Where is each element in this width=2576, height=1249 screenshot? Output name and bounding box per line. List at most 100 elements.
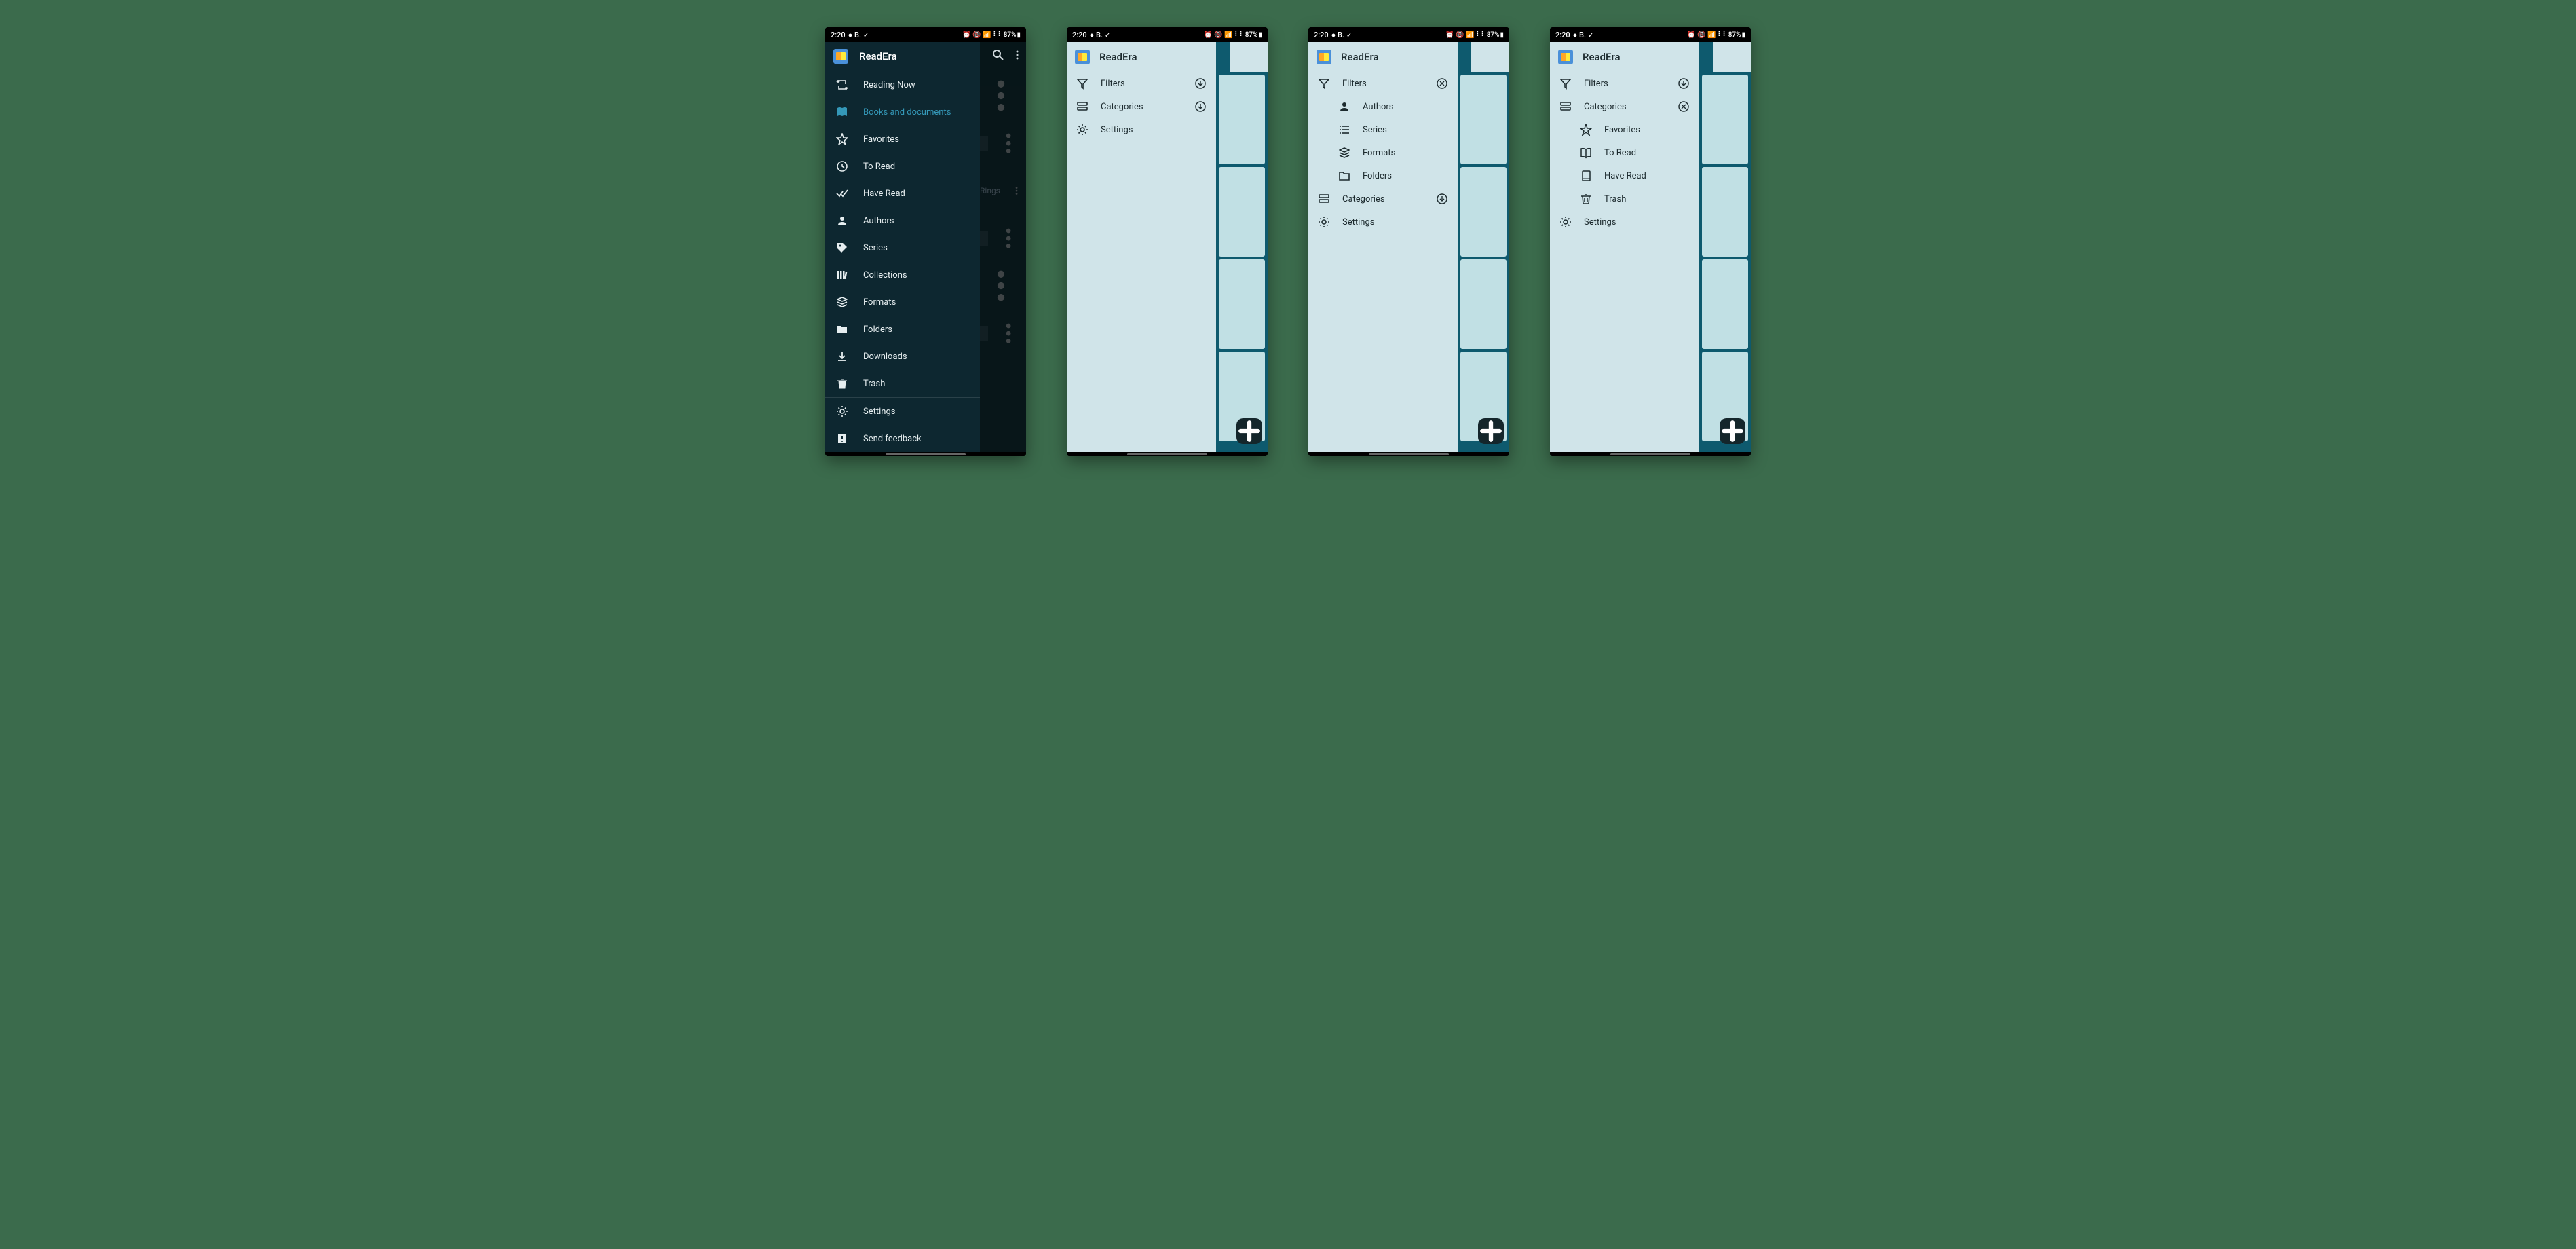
book-card[interactable]	[1460, 75, 1507, 164]
categories-icon	[1076, 100, 1088, 113]
nav-item-send-feedback[interactable]: Send feedback	[825, 425, 980, 452]
status-bar: 2:20● B. ✓ ⏰ 📵 📶 ⠇⠇87%▮	[1067, 27, 1268, 42]
star-outline-icon	[1580, 124, 1592, 136]
book-card[interactable]	[1219, 259, 1265, 349]
drawer-item-label: Settings	[1584, 217, 1616, 227]
book-card[interactable]	[1460, 259, 1507, 349]
categories-icon	[1559, 100, 1572, 113]
drawer-item-series[interactable]: Series	[1308, 118, 1458, 141]
nav-item-trash[interactable]: Trash	[825, 370, 980, 397]
app-icon	[1558, 50, 1573, 64]
drawer-item-label: Series	[1363, 125, 1387, 135]
expand-down-icon[interactable]	[1194, 77, 1207, 90]
drawer-item-categories[interactable]: Categories	[1308, 187, 1458, 210]
nav-item-formats[interactable]: Formats	[825, 288, 980, 316]
book-card[interactable]	[1702, 259, 1748, 349]
nav-item-folders[interactable]: Folders	[825, 316, 980, 343]
search-icon[interactable]	[992, 49, 1004, 64]
trash-outline-icon	[1580, 193, 1592, 205]
close-circle-icon[interactable]	[1678, 100, 1690, 113]
nav-item-books-and-documents[interactable]: Books and documents	[825, 98, 980, 126]
status-bar: 2:20● B. ✓ ⏰ 📵 📶 ⠇⠇87%▮	[1308, 27, 1509, 42]
nav-item-have-read[interactable]: Have Read	[825, 180, 980, 207]
book-card[interactable]	[1460, 167, 1507, 257]
drawer-item-label: Filters	[1342, 79, 1367, 89]
book-card[interactable]	[1219, 167, 1265, 257]
drawer-item-favorites[interactable]: Favorites	[1550, 118, 1699, 141]
nav-item-label: Favorites	[863, 134, 899, 145]
nav-item-label: Send feedback	[863, 434, 922, 444]
drawer-item-label: Filters	[1101, 79, 1125, 89]
nav-bar[interactable]	[1067, 452, 1268, 456]
content-area	[1458, 72, 1509, 452]
nav-bar[interactable]	[825, 452, 1026, 456]
nav-drawer: ReadEra Reading NowBooks and documentsFa…	[825, 42, 980, 452]
drawer-item-have-read[interactable]: Have Read	[1550, 164, 1699, 187]
drawer-item-filters[interactable]: Filters	[1067, 72, 1216, 95]
check-double-icon	[836, 187, 848, 200]
expand-down-icon[interactable]	[1436, 193, 1448, 205]
book-card[interactable]	[1219, 75, 1265, 164]
content-area	[1699, 72, 1751, 452]
drawer-item-label: Authors	[1363, 102, 1394, 112]
nav-item-label: Trash	[863, 379, 885, 389]
nav-item-label: Collections	[863, 270, 907, 280]
book-card[interactable]	[1702, 167, 1748, 257]
nav-item-favorites[interactable]: Favorites	[825, 126, 980, 153]
gear-icon	[1318, 216, 1330, 228]
book-card[interactable]	[1702, 75, 1748, 164]
nav-bar[interactable]	[1308, 452, 1509, 456]
drawer-item-folders[interactable]: Folders	[1308, 164, 1458, 187]
folder-icon	[836, 323, 848, 335]
drawer-item-formats[interactable]: Formats	[1308, 141, 1458, 164]
drawer-item-to-read[interactable]: To Read	[1550, 141, 1699, 164]
drawer-item-label: Folders	[1363, 171, 1392, 181]
more-icon[interactable]	[1011, 49, 1023, 64]
nav-item-downloads[interactable]: Downloads	[825, 343, 980, 370]
drawer-item-authors[interactable]: Authors	[1308, 95, 1458, 118]
status-bar: 2:20● B. ✓ ⏰ 📵 📶 ⠇⠇87%▮	[1550, 27, 1751, 42]
drawer-item-settings[interactable]: Settings	[1550, 210, 1699, 234]
nav-bar[interactable]	[1550, 452, 1751, 456]
nav-drawer: ReadEra Filters Authors Series Formats F…	[1308, 42, 1458, 452]
nav-item-collections[interactable]: Collections	[825, 261, 980, 288]
nav-item-label: Reading Now	[863, 80, 915, 90]
filter-icon	[1559, 77, 1572, 90]
nav-item-to-read[interactable]: To Read	[825, 153, 980, 180]
expand-down-icon[interactable]	[1678, 77, 1690, 90]
close-circle-icon[interactable]	[1436, 77, 1448, 90]
book-icon	[836, 106, 848, 118]
nav-item-label: Have Read	[863, 189, 905, 199]
nav-item-series[interactable]: Series	[825, 234, 980, 261]
stack-icon	[1338, 147, 1350, 159]
add-fab[interactable]	[1720, 418, 1745, 444]
drawer-item-categories[interactable]: Categories	[1550, 95, 1699, 118]
drawer-item-categories[interactable]: Categories	[1067, 95, 1216, 118]
drawer-item-trash[interactable]: Trash	[1550, 187, 1699, 210]
status-time: 2:20	[1072, 31, 1087, 39]
nav-item-settings[interactable]: Settings	[825, 398, 980, 425]
clock-icon	[836, 160, 848, 172]
drawer-item-settings[interactable]: Settings	[1067, 118, 1216, 141]
filter-icon	[1318, 77, 1330, 90]
nav-item-authors[interactable]: Authors	[825, 207, 980, 234]
drawer-item-settings[interactable]: Settings	[1308, 210, 1458, 234]
stack-icon	[836, 296, 848, 308]
add-fab[interactable]	[1478, 418, 1504, 444]
expand-down-icon[interactable]	[1194, 100, 1207, 113]
drawer-item-label: Have Read	[1604, 171, 1646, 181]
drawer-item-filters[interactable]: Filters	[1550, 72, 1699, 95]
nav-item-reading-now[interactable]: Reading Now	[825, 71, 980, 98]
nav-item-label: Downloads	[863, 352, 907, 362]
status-right: ⏰ 📵 📶 ⠇⠇ 87% ▮	[962, 31, 1021, 39]
app-title: ReadEra	[1341, 51, 1379, 63]
drawer-item-filters[interactable]: Filters	[1308, 72, 1458, 95]
download-icon	[836, 350, 848, 362]
app-icon	[1317, 50, 1331, 64]
add-fab[interactable]	[1236, 418, 1262, 444]
status-indicators: ● B. ✓	[848, 31, 869, 39]
content-area	[1216, 72, 1268, 452]
drawer-item-label: Categories	[1584, 102, 1627, 112]
drawer-scrim[interactable]: Rings	[980, 42, 1026, 452]
book-open-icon	[1580, 147, 1592, 159]
